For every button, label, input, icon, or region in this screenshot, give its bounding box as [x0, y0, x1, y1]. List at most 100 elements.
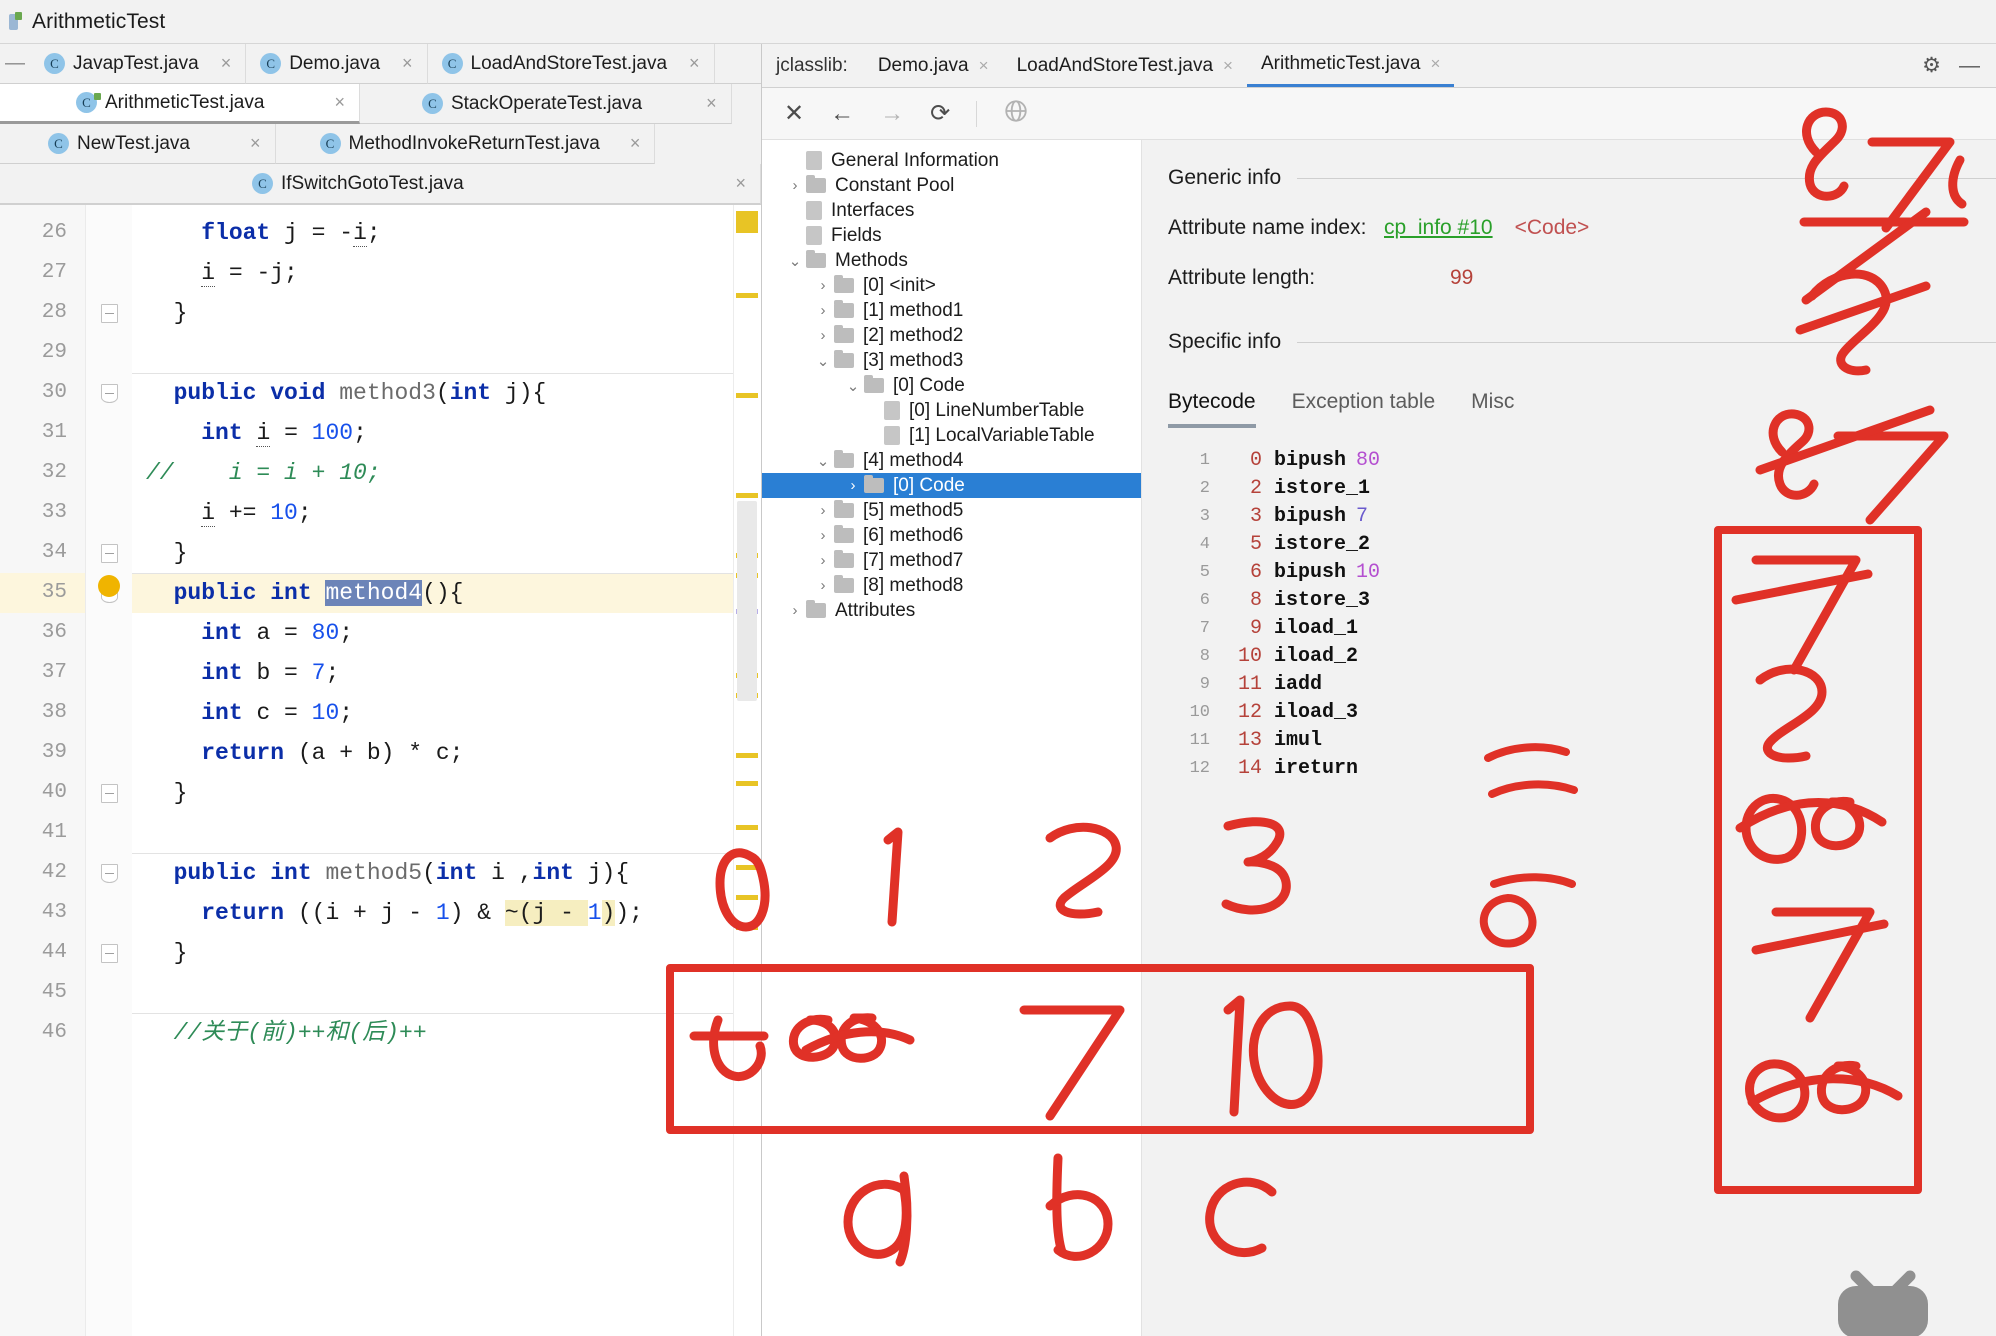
code-line-46[interactable]: //关于(前)++和(后)++	[132, 1013, 761, 1053]
editor-tab-demo[interactable]: C Demo.java ×	[246, 44, 428, 84]
close-icon[interactable]: ×	[735, 173, 746, 194]
chevron-right-icon[interactable]: ›	[812, 327, 834, 344]
jclasslib-tab-loadandstoretest[interactable]: LoadAndStoreTest.java ×	[1003, 44, 1247, 87]
marker[interactable]	[736, 865, 758, 870]
browse-icon[interactable]	[1003, 98, 1029, 129]
code-line-30[interactable]: public void method3(int j){	[132, 373, 761, 413]
close-icon[interactable]: ×	[1223, 56, 1233, 76]
fold-marker-42[interactable]	[86, 853, 132, 893]
tree-item-method1[interactable]: › [1] method1	[762, 298, 1141, 323]
close-icon[interactable]: ×	[334, 92, 345, 113]
bytecode-row[interactable]: 6 8 istore_3	[1168, 586, 1996, 614]
bytecode-row[interactable]: 8 10 iload_2	[1168, 642, 1996, 670]
close-icon[interactable]: ×	[402, 53, 413, 74]
chevron-down-icon[interactable]: ⌄	[812, 352, 834, 370]
jclasslib-tab-demo[interactable]: Demo.java ×	[864, 44, 1003, 87]
tree-item-methods[interactable]: ⌄ Methods	[762, 248, 1141, 273]
tree-item-method7[interactable]: › [7] method7	[762, 548, 1141, 573]
minimize-icon[interactable]: —	[1959, 54, 1980, 78]
code-line-43[interactable]: return ((i + j - 1) & ~(j - 1));	[132, 893, 761, 933]
tree-item-method3[interactable]: ⌄ [3] method3	[762, 348, 1141, 373]
bytecode-row[interactable]: 4 5 istore_2	[1168, 530, 1996, 558]
tab-bytecode[interactable]: Bytecode	[1168, 390, 1256, 428]
tree-item-method8[interactable]: › [8] method8	[762, 573, 1141, 598]
tabs-overflow-icon[interactable]: —	[0, 44, 30, 84]
forward-icon[interactable]: →	[880, 101, 904, 126]
close-icon[interactable]: ×	[1430, 54, 1440, 74]
marker[interactable]	[736, 925, 758, 930]
chevron-down-icon[interactable]: ⌄	[842, 377, 864, 395]
tree-item-method4-code[interactable]: › [0] Code	[762, 473, 1141, 498]
tree-item-method4[interactable]: ⌄ [4] method4	[762, 448, 1141, 473]
editor-marker-strip[interactable]	[733, 205, 761, 1336]
close-icon[interactable]: ×	[630, 133, 641, 154]
bytecode-row[interactable]: 2 2 istore_1	[1168, 474, 1996, 502]
marker[interactable]	[736, 293, 758, 298]
code-line-37[interactable]: int b = 7;	[132, 653, 761, 693]
tree-item-attributes[interactable]: › Attributes	[762, 598, 1141, 623]
editor-tab-stackoperatetest[interactable]: C StackOperateTest.java ×	[359, 84, 732, 124]
chevron-right-icon[interactable]: ›	[784, 602, 806, 619]
code-line-41[interactable]	[132, 813, 761, 853]
code-line-27[interactable]: i = -j;	[132, 253, 761, 293]
fold-marker-28[interactable]	[86, 293, 132, 333]
fold-marker-34[interactable]	[86, 533, 132, 573]
code-line-44[interactable]: }	[132, 933, 761, 973]
tree-item-method-0-init[interactable]: › [0] <init>	[762, 273, 1141, 298]
close-icon[interactable]: ✕	[784, 101, 804, 126]
editor-tab-javaptest[interactable]: C JavapTest.java ×	[30, 44, 247, 84]
tree-item-interfaces[interactable]: Interfaces	[762, 198, 1141, 223]
tab-misc[interactable]: Misc	[1471, 390, 1514, 428]
tree-item-method6[interactable]: › [6] method6	[762, 523, 1141, 548]
chevron-right-icon[interactable]: ›	[812, 577, 834, 594]
fold-marker-30[interactable]	[86, 373, 132, 413]
fold-marker-40[interactable]	[86, 773, 132, 813]
code-line-45[interactable]	[132, 973, 761, 1013]
bytecode-row[interactable]: 10 12 iload_3	[1168, 698, 1996, 726]
code-line-36[interactable]: int a = 80;	[132, 613, 761, 653]
bytecode-row[interactable]: 12 14 ireturn	[1168, 754, 1996, 782]
editor-tab-newtest[interactable]: C NewTest.java ×	[0, 124, 276, 164]
marker-warning[interactable]	[736, 211, 758, 233]
tree-item-constant-pool[interactable]: › Constant Pool	[762, 173, 1141, 198]
reload-icon[interactable]: ⟳	[930, 101, 950, 126]
marker[interactable]	[736, 753, 758, 758]
editor-tab-arithmetictest[interactable]: C ArithmeticTest.java ×	[0, 84, 360, 124]
tree-item-method3-code[interactable]: ⌄ [0] Code	[762, 373, 1141, 398]
code-line-29[interactable]	[132, 333, 761, 373]
tree-item-fields[interactable]: Fields	[762, 223, 1141, 248]
bytecode-row[interactable]: 9 11 iadd	[1168, 670, 1996, 698]
code-line-33[interactable]: i += 10;	[132, 493, 761, 533]
fold-marker-44[interactable]	[86, 933, 132, 973]
bytecode-row[interactable]: 5 6 bipush 10	[1168, 558, 1996, 586]
chevron-right-icon[interactable]: ›	[812, 502, 834, 519]
tree-item-method2[interactable]: › [2] method2	[762, 323, 1141, 348]
bytecode-listing[interactable]: 1 0 bipush 80 2 2 istore_1 3 3 bipush 7 …	[1168, 446, 1996, 782]
chevron-right-icon[interactable]: ›	[812, 527, 834, 544]
editor-tab-methodinvokereturntest[interactable]: C MethodInvokeReturnTest.java ×	[275, 124, 656, 164]
code-line-31[interactable]: int i = 100;	[132, 413, 761, 453]
scrollbar-thumb[interactable]	[737, 501, 757, 701]
chevron-right-icon[interactable]: ›	[784, 177, 806, 194]
bytecode-row[interactable]: 1 0 bipush 80	[1168, 446, 1996, 474]
class-structure-tree[interactable]: General Information › Constant Pool Inte…	[762, 140, 1142, 1336]
chevron-down-icon[interactable]: ⌄	[784, 252, 806, 270]
code-line-38[interactable]: int c = 10;	[132, 693, 761, 733]
close-icon[interactable]: ×	[221, 53, 232, 74]
intention-bulb-icon[interactable]	[98, 575, 120, 597]
code-line-39[interactable]: return (a + b) * c;	[132, 733, 761, 773]
close-icon[interactable]: ×	[979, 56, 989, 76]
code-line-26[interactable]: float j = -i;	[132, 213, 761, 253]
tree-item-general-information[interactable]: General Information	[762, 148, 1141, 173]
marker[interactable]	[736, 825, 758, 830]
jclasslib-tab-arithmetictest[interactable]: ArithmeticTest.java ×	[1246, 44, 1455, 87]
close-icon[interactable]: ×	[689, 53, 700, 74]
cp-info-link[interactable]: cp_info #10	[1384, 216, 1493, 240]
marker[interactable]	[736, 895, 758, 900]
tree-item-method5[interactable]: › [5] method5	[762, 498, 1141, 523]
bytecode-row[interactable]: 3 3 bipush 7	[1168, 502, 1996, 530]
code-area[interactable]: 26 27 28 29 30 31 32 33 34 35 36 37 38 3…	[0, 205, 761, 1336]
close-icon[interactable]: ×	[250, 133, 261, 154]
chevron-right-icon[interactable]: ›	[812, 552, 834, 569]
marker[interactable]	[736, 393, 758, 398]
